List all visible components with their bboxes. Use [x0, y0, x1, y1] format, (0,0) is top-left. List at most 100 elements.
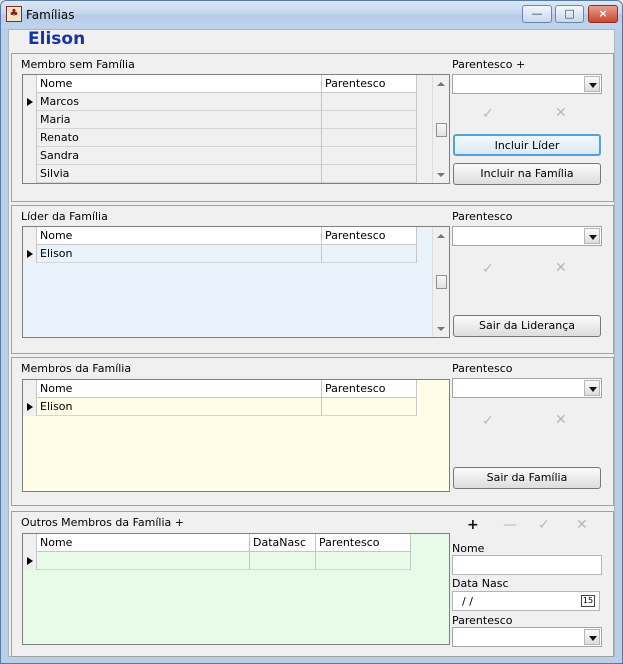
- data-nasc-label: Data Nasc: [452, 577, 509, 590]
- check-icon[interactable]: ✓: [482, 413, 494, 429]
- membro-sem-familia-grid[interactable]: Nome Parentesco Marcos Maria Renato Sand…: [22, 74, 450, 184]
- row-name: Renato: [37, 129, 322, 147]
- header-parentesco: Parentesco: [322, 75, 417, 93]
- row-indicator: [23, 552, 37, 570]
- grid-header: Nome Parentesco: [23, 75, 417, 93]
- parentesco-label: Parentesco +: [452, 58, 526, 71]
- scroll-up-icon[interactable]: [437, 82, 445, 86]
- table-row[interactable]: Elison: [23, 398, 417, 416]
- sair-da-lideranca-button[interactable]: Sair da Liderança: [453, 315, 601, 337]
- parentesco-select[interactable]: [452, 378, 602, 398]
- membro-sem-familia-section: Membro sem Família Nome Parentesco Marco…: [11, 53, 614, 202]
- table-row[interactable]: Marcos: [23, 93, 417, 111]
- header-indicator: [23, 534, 37, 552]
- header-indicator: [23, 75, 37, 93]
- outros-membros-grid[interactable]: Nome DataNasc Parentesco: [22, 533, 450, 645]
- check-icon[interactable]: ✓: [482, 261, 494, 277]
- scroll-thumb[interactable]: [436, 275, 447, 289]
- parentesco-select[interactable]: [452, 627, 602, 647]
- scroll-thumb[interactable]: [436, 123, 447, 137]
- row-indicator: [23, 111, 37, 129]
- row-indicator: [23, 245, 37, 263]
- header-nome: Nome: [37, 380, 322, 398]
- header-nome: Nome: [37, 75, 322, 93]
- grid-header: Nome DataNasc Parentesco: [23, 534, 411, 552]
- data-nasc-input[interactable]: / / 15: [452, 591, 600, 611]
- check-icon[interactable]: ✓: [538, 517, 550, 533]
- membros-familia-grid[interactable]: Nome Parentesco Elison: [22, 379, 450, 492]
- header-parentesco: Parentesco: [322, 227, 417, 245]
- minimize-button[interactable]: —: [522, 5, 552, 23]
- row-indicator: [23, 129, 37, 147]
- table-row[interactable]: Renato: [23, 129, 417, 147]
- maximize-button[interactable]: □: [555, 5, 584, 23]
- sair-da-familia-button[interactable]: Sair da Família: [453, 467, 601, 489]
- row-parentesco: [322, 93, 417, 111]
- x-icon[interactable]: ✕: [576, 517, 588, 533]
- row-indicator: [23, 165, 37, 183]
- x-icon[interactable]: ✕: [555, 260, 567, 276]
- row-parentesco: [322, 398, 417, 416]
- row-name: Elison: [37, 245, 322, 263]
- parentesco-select[interactable]: [452, 226, 602, 246]
- x-icon[interactable]: ✕: [555, 105, 567, 121]
- scroll-up-icon[interactable]: [437, 234, 445, 238]
- row-indicator: [23, 93, 37, 111]
- parentesco-label: Parentesco: [452, 362, 513, 375]
- calendar-icon[interactable]: 15: [581, 595, 595, 607]
- families-window: ♣ Famílias — □ × Elison Membro sem Famíl…: [0, 0, 623, 664]
- row-name: Marcos: [37, 93, 322, 111]
- scroll-down-icon[interactable]: [437, 173, 445, 177]
- header-nome: Nome: [37, 227, 322, 245]
- nome-input[interactable]: [452, 555, 602, 575]
- grid-header: Nome Parentesco: [23, 227, 417, 245]
- close-button[interactable]: ×: [588, 5, 618, 23]
- row-name: Maria: [37, 111, 322, 129]
- check-icon[interactable]: ✓: [482, 106, 494, 122]
- table-row[interactable]: Silvia: [23, 165, 417, 183]
- outros-membros-title: Outros Membros da Família +: [21, 516, 184, 529]
- vertical-scrollbar[interactable]: [432, 227, 449, 337]
- row-name: [37, 552, 250, 570]
- row-name: Elison: [37, 398, 322, 416]
- maximize-icon: □: [564, 7, 575, 20]
- membro-sem-familia-title: Membro sem Família: [21, 58, 135, 71]
- incluir-lider-button[interactable]: Incluir Líder: [453, 134, 601, 156]
- row-name: Silvia: [37, 165, 322, 183]
- grid-header: Nome Parentesco: [23, 380, 417, 398]
- row-name: Sandra: [37, 147, 322, 165]
- chevron-down-icon[interactable]: [584, 228, 600, 244]
- table-row[interactable]: Maria: [23, 111, 417, 129]
- table-row[interactable]: [23, 552, 411, 570]
- header-indicator: [23, 227, 37, 245]
- header-parentesco: Parentesco: [322, 380, 417, 398]
- chevron-down-icon[interactable]: [584, 380, 600, 396]
- row-parentesco: [322, 165, 417, 183]
- scroll-down-icon[interactable]: [437, 327, 445, 331]
- lider-familia-section: Líder da Família Nome Parentesco Elison P…: [11, 205, 614, 354]
- chevron-down-icon[interactable]: [584, 76, 600, 92]
- family-app-icon: ♣: [6, 6, 22, 22]
- chevron-down-icon[interactable]: [584, 629, 600, 645]
- parentesco-label: Parentesco: [452, 210, 513, 223]
- header-parentesco: Parentesco: [316, 534, 411, 552]
- row-parentesco: [322, 129, 417, 147]
- title-bar[interactable]: ♣ Famílias — □ ×: [1, 1, 622, 28]
- row-parentesco: [322, 147, 417, 165]
- lider-familia-grid[interactable]: Nome Parentesco Elison: [22, 226, 450, 338]
- vertical-scrollbar[interactable]: [432, 75, 449, 183]
- close-icon: ×: [598, 7, 608, 20]
- row-parentesco: [322, 111, 417, 129]
- minus-icon[interactable]: —: [503, 517, 517, 533]
- x-icon[interactable]: ✕: [555, 412, 567, 428]
- outros-membros-section: Outros Membros da Família + Nome DataNasc…: [11, 511, 614, 657]
- table-row[interactable]: Sandra: [23, 147, 417, 165]
- header-datanasc: DataNasc: [250, 534, 316, 552]
- nome-label: Nome: [452, 542, 485, 555]
- row-datanasc: [250, 552, 316, 570]
- incluir-na-familia-button[interactable]: Incluir na Família: [453, 163, 601, 185]
- plus-icon[interactable]: +: [467, 517, 479, 533]
- minimize-icon: —: [531, 7, 543, 20]
- parentesco-select[interactable]: [452, 74, 602, 94]
- table-row[interactable]: Elison: [23, 245, 417, 263]
